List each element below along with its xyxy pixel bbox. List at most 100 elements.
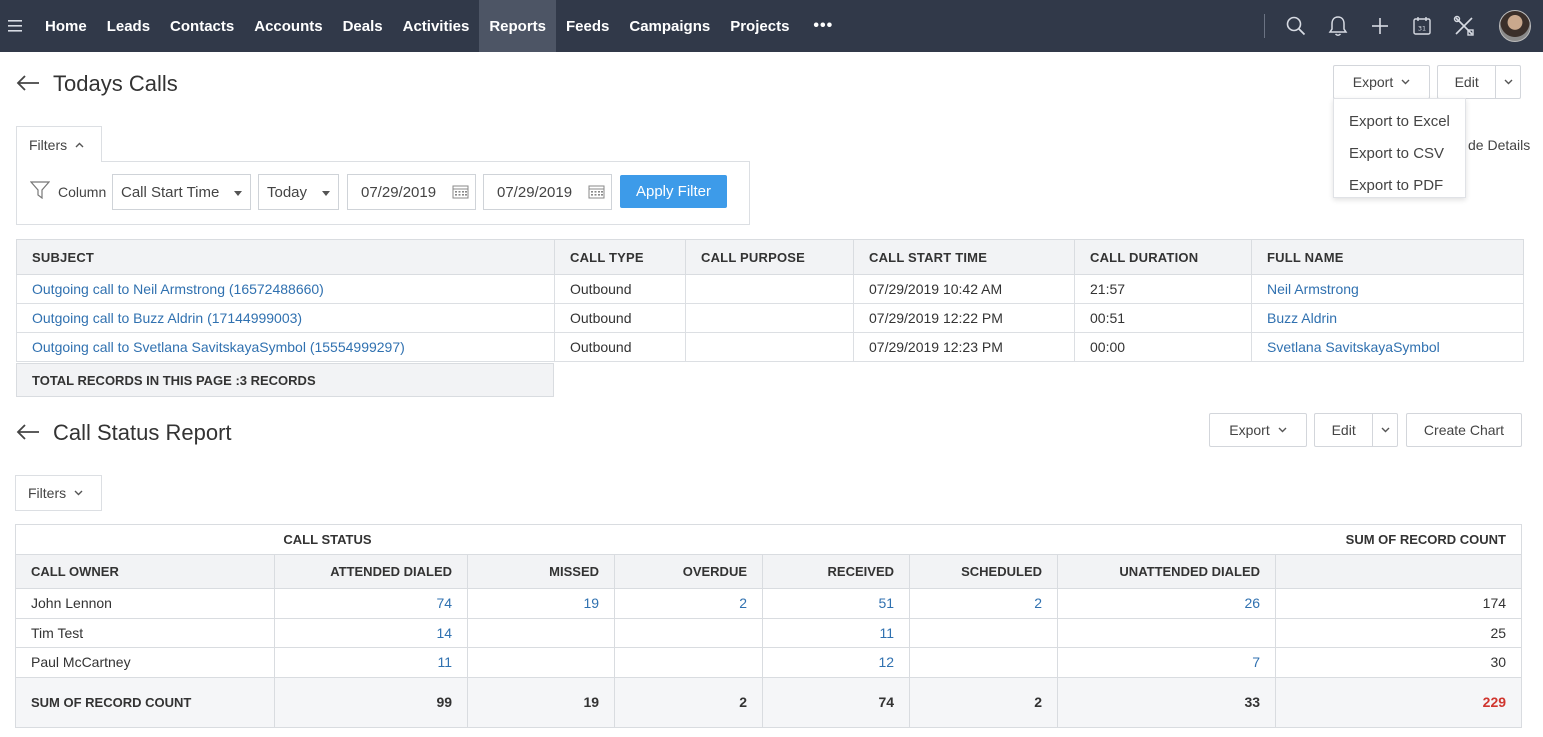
edit-dropdown-toggle[interactable] (1496, 66, 1520, 98)
date-from-input[interactable]: 07/29/2019 (347, 174, 476, 210)
nav-accounts[interactable]: Accounts (244, 0, 332, 52)
nav-campaigns[interactable]: Campaigns (619, 0, 720, 52)
nav-more-button[interactable]: ••• (799, 0, 847, 52)
count-link[interactable] (467, 647, 616, 678)
call-duration-cell: 00:51 (1074, 303, 1252, 333)
column-header[interactable]: SCHEDULED (909, 554, 1059, 589)
calendar-icon[interactable] (588, 184, 605, 203)
chevron-down-icon (1381, 427, 1390, 433)
calendar-icon[interactable] (452, 184, 469, 203)
call-owner-header[interactable]: CALL OWNER (15, 554, 275, 589)
export-button[interactable]: Export (1209, 413, 1307, 447)
call-start-time-cell: 07/29/2019 10:42 AM (853, 274, 1075, 304)
count-link[interactable]: 2 (614, 588, 764, 619)
count-link[interactable]: 12 (762, 647, 911, 678)
column-header[interactable]: CALL START TIME (853, 239, 1075, 275)
owner-cell: Paul McCartney (15, 647, 275, 678)
menu-icon[interactable] (0, 0, 30, 52)
sum-column-header (1275, 554, 1523, 589)
subject-link[interactable]: Outgoing call to Svetlana SavitskayaSymb… (16, 332, 555, 362)
full-name-link[interactable]: Neil Armstrong (1251, 274, 1524, 304)
nav-home[interactable]: Home (35, 0, 97, 52)
column-header[interactable]: CALL PURPOSE (685, 239, 854, 275)
call-purpose-cell (685, 332, 854, 362)
column-header[interactable]: UNATTENDED DIALED (1057, 554, 1277, 589)
subject-link[interactable]: Outgoing call to Neil Armstrong (1657248… (16, 274, 555, 304)
nav-projects[interactable]: Projects (720, 0, 799, 52)
count-link[interactable]: 74 (273, 588, 469, 619)
call-start-time-cell: 07/29/2019 12:22 PM (853, 303, 1075, 333)
export-excel-item[interactable]: Export to Excel (1334, 105, 1465, 137)
export-button[interactable]: Export (1333, 65, 1430, 99)
filters-toggle[interactable]: Filters (15, 475, 102, 511)
back-arrow-icon[interactable] (16, 73, 42, 93)
count-link[interactable]: 51 (762, 588, 911, 619)
grand-total-cell: 229 (1275, 676, 1523, 728)
column-header[interactable]: MISSED (467, 554, 616, 589)
edit-button[interactable]: Edit (1438, 66, 1497, 98)
count-link[interactable]: 2 (909, 588, 1059, 619)
column-header[interactable]: CALL DURATION (1074, 239, 1252, 275)
back-arrow-icon[interactable] (16, 422, 42, 442)
top-icon-group: 31 (1264, 0, 1543, 52)
count-link[interactable] (909, 617, 1059, 648)
column-header[interactable]: FULL NAME (1251, 239, 1524, 275)
export-csv-item[interactable]: Export to CSV (1334, 137, 1465, 169)
call-purpose-cell (685, 303, 854, 333)
count-link[interactable] (614, 617, 764, 648)
date-to-input[interactable]: 07/29/2019 (483, 174, 612, 210)
apply-filter-button[interactable]: Apply Filter (620, 175, 727, 208)
full-name-link[interactable]: Svetlana SavitskayaSymbol (1251, 332, 1524, 362)
nav-leads[interactable]: Leads (97, 0, 160, 52)
edit-button[interactable]: Edit (1315, 414, 1374, 446)
column-header[interactable]: ATTENDED DIALED (273, 554, 469, 589)
nav-activities[interactable]: Activities (393, 0, 480, 52)
search-icon[interactable] (1275, 0, 1317, 52)
column-field-select[interactable]: Call Start Time (112, 174, 251, 210)
plus-icon[interactable] (1359, 0, 1401, 52)
table-row: Outgoing call to Svetlana SavitskayaSymb… (16, 332, 1524, 362)
filters-label: Filters (28, 485, 67, 501)
chevron-down-icon (1278, 424, 1287, 436)
column-header[interactable]: SUBJECT (16, 239, 555, 275)
calendar-icon[interactable]: 31 (1401, 0, 1443, 52)
nav-feeds[interactable]: Feeds (556, 0, 619, 52)
count-link[interactable]: 11 (762, 617, 911, 648)
column-header[interactable]: RECEIVED (762, 554, 911, 589)
date-to-value: 07/29/2019 (497, 183, 573, 201)
count-link[interactable]: 26 (1057, 588, 1277, 619)
count-link[interactable]: 19 (467, 588, 616, 619)
user-avatar[interactable] (1499, 10, 1531, 42)
table-row: Paul McCartney 11 12 7 30 (15, 647, 1523, 678)
subject-link[interactable]: Outgoing call to Buzz Aldrin (1714499900… (16, 303, 555, 333)
call-duration-cell: 21:57 (1074, 274, 1252, 304)
create-chart-button[interactable]: Create Chart (1406, 413, 1522, 447)
call-status-group-header: CALL STATUS (14, 524, 468, 555)
setup-tools-icon[interactable] (1443, 0, 1485, 52)
column-header[interactable]: OVERDUE (614, 554, 764, 589)
count-link[interactable] (1057, 617, 1277, 648)
column-header[interactable]: CALL TYPE (554, 239, 686, 275)
total-cell: 19 (467, 676, 616, 728)
full-name-link[interactable]: Buzz Aldrin (1251, 303, 1524, 333)
count-link[interactable] (467, 617, 616, 648)
filters-toggle[interactable]: Filters (16, 126, 102, 162)
nav-contacts[interactable]: Contacts (160, 0, 244, 52)
export-label: Export (1229, 422, 1270, 438)
nav-reports[interactable]: Reports (479, 0, 556, 52)
owner-cell: Tim Test (15, 617, 275, 648)
export-label: Export (1352, 74, 1394, 90)
hide-details-link[interactable]: de Details (1468, 137, 1530, 153)
count-link[interactable] (614, 647, 764, 678)
count-link[interactable] (909, 647, 1059, 678)
column-field-value: Call Start Time (121, 183, 220, 201)
period-select[interactable]: Today (258, 174, 339, 210)
bell-icon[interactable] (1317, 0, 1359, 52)
edit-dropdown-toggle[interactable] (1373, 414, 1397, 446)
export-pdf-item[interactable]: Export to PDF (1334, 169, 1465, 201)
call-duration-cell: 00:00 (1074, 332, 1252, 362)
count-link[interactable]: 7 (1057, 647, 1277, 678)
nav-deals[interactable]: Deals (333, 0, 393, 52)
count-link[interactable]: 11 (273, 647, 469, 678)
count-link[interactable]: 14 (273, 617, 469, 648)
